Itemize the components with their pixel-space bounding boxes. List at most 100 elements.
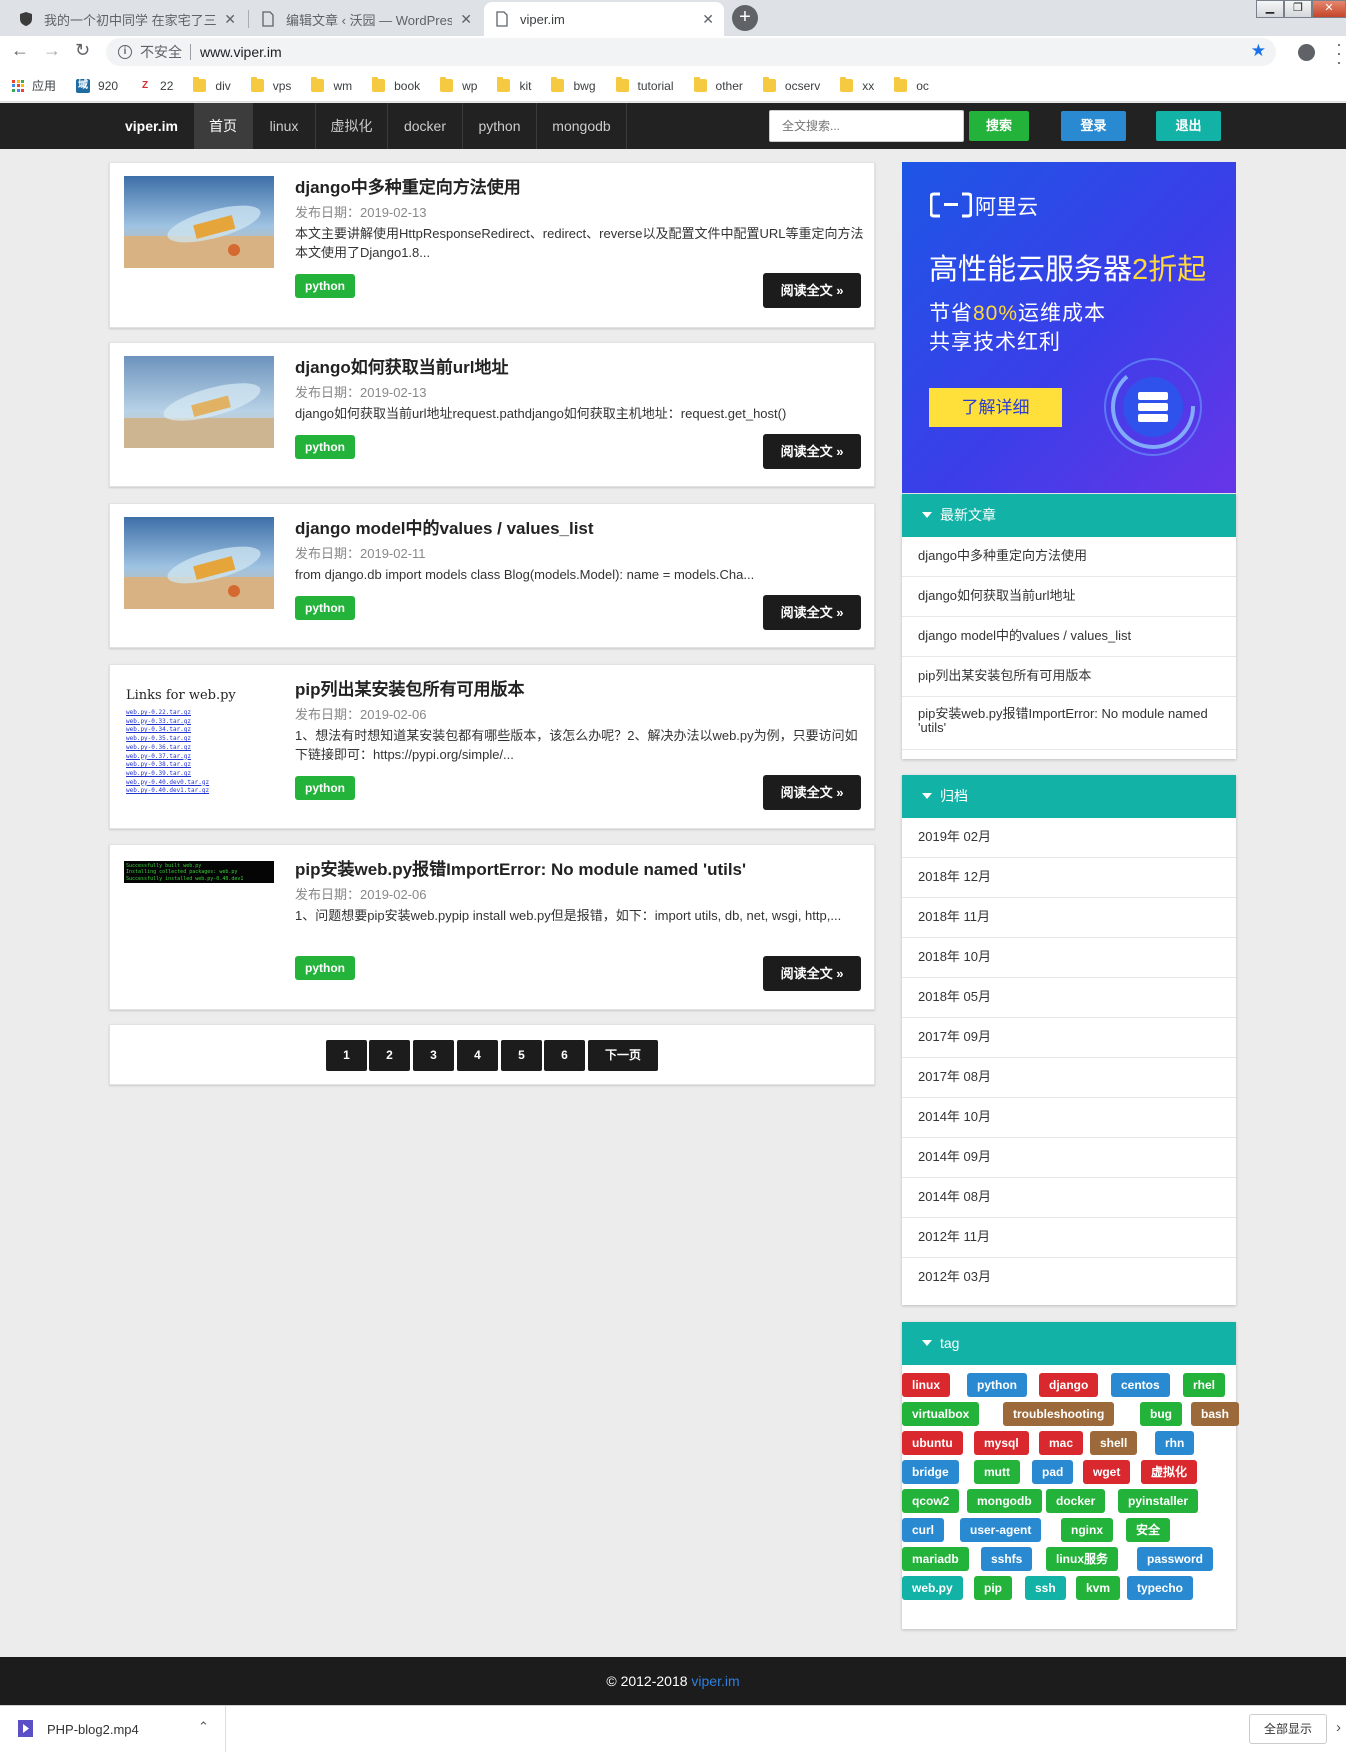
tag-badge[interactable]: kvm: [1076, 1576, 1121, 1600]
site-brand[interactable]: viper.im: [125, 103, 178, 149]
close-icon[interactable]: ✕: [702, 11, 714, 28]
post-tag[interactable]: python: [295, 435, 355, 459]
tab-1[interactable]: 我的一个初中同学 在家宅了三年 ✕: [8, 2, 246, 36]
tag-badge[interactable]: qcow2: [902, 1489, 960, 1513]
post-thumbnail[interactable]: Successfully built web.py Installing coll…: [124, 861, 274, 883]
minimize-button[interactable]: ▁: [1256, 0, 1284, 18]
nav-python[interactable]: python: [463, 103, 537, 149]
bookmark-item[interactable]: wp: [440, 77, 477, 93]
recent-post-link[interactable]: django中多种重定向方法使用: [902, 537, 1236, 577]
tag-badge[interactable]: django: [1039, 1373, 1099, 1397]
search-button[interactable]: 搜索: [969, 111, 1029, 141]
widget-header[interactable]: 最新文章: [902, 494, 1236, 537]
recent-post-link[interactable]: pip安装web.py报错ImportError: No module name…: [902, 697, 1236, 750]
archive-month-link[interactable]: 2019年 02月: [902, 818, 1236, 858]
maximize-button[interactable]: ❐: [1284, 0, 1312, 18]
reload-icon[interactable]: ↻: [75, 40, 90, 61]
tag-badge[interactable]: linux服务: [1046, 1547, 1119, 1571]
post-tag[interactable]: python: [295, 596, 355, 620]
tag-badge[interactable]: docker: [1046, 1489, 1106, 1513]
nav-linux[interactable]: linux: [253, 103, 316, 149]
post-tag[interactable]: python: [295, 776, 355, 800]
recent-post-link[interactable]: django model中的values / values_list: [902, 617, 1236, 657]
url-text[interactable]: www.viper.im: [200, 44, 282, 60]
tag-badge[interactable]: centos: [1111, 1373, 1170, 1397]
new-tab-button[interactable]: +: [732, 5, 758, 31]
bookmark-item[interactable]: div: [193, 77, 231, 93]
tag-badge[interactable]: pip: [974, 1576, 1012, 1600]
read-more-button[interactable]: 阅读全文 »: [763, 434, 861, 469]
bookmark-star-icon[interactable]: ★: [1251, 41, 1266, 61]
search-input[interactable]: [769, 110, 964, 142]
post-title[interactable]: django如何获取当前url地址: [295, 353, 508, 378]
widget-header[interactable]: 归档: [902, 775, 1236, 818]
read-more-button[interactable]: 阅读全文 »: [763, 956, 861, 991]
nav-home[interactable]: 首页: [194, 103, 253, 149]
tag-badge[interactable]: mongodb: [967, 1489, 1042, 1513]
footer-link[interactable]: viper.im: [691, 1673, 739, 1689]
tag-badge[interactable]: password: [1137, 1547, 1214, 1571]
page-2-button[interactable]: 2: [369, 1040, 410, 1071]
archive-month-link[interactable]: 2017年 09月: [902, 1018, 1236, 1058]
widget-header[interactable]: tag: [902, 1322, 1236, 1365]
next-page-button[interactable]: 下一页: [588, 1040, 658, 1071]
tag-badge[interactable]: ubuntu: [902, 1431, 963, 1455]
nav-docker[interactable]: docker: [388, 103, 463, 149]
logout-button[interactable]: 退出: [1156, 111, 1221, 141]
post-title[interactable]: pip安装web.py报错ImportError: No module name…: [295, 855, 746, 880]
post-title[interactable]: django中多种重定向方法使用: [295, 173, 521, 198]
login-button[interactable]: 登录: [1061, 111, 1126, 141]
page-6-button[interactable]: 6: [544, 1040, 585, 1071]
post-thumbnail[interactable]: Links for web.py web.py-0.22.tar.gz web.p…: [124, 678, 274, 798]
aliyun-ad-banner[interactable]: 阿里云 高性能云服务器2折起 节省80%运维成本 共享技术红利 了解详细: [902, 162, 1236, 493]
tag-badge[interactable]: rhn: [1155, 1431, 1195, 1455]
post-thumbnail[interactable]: [124, 176, 274, 268]
chevron-up-icon[interactable]: ⌃: [198, 1719, 209, 1735]
tag-badge[interactable]: troubleshooting: [1003, 1402, 1115, 1426]
tag-badge[interactable]: typecho: [1127, 1576, 1194, 1600]
bookmark-item[interactable]: bwg: [551, 77, 596, 93]
back-icon[interactable]: ←: [11, 40, 29, 61]
archive-month-link[interactable]: 2012年 03月: [902, 1258, 1236, 1298]
menu-icon[interactable]: · · ·: [1336, 35, 1342, 71]
window-close-button[interactable]: ✕: [1312, 0, 1346, 18]
tag-badge[interactable]: 虚拟化: [1141, 1460, 1198, 1484]
address-bar[interactable]: i 不安全 www.viper.im ★: [106, 38, 1276, 66]
tag-badge[interactable]: mariadb: [902, 1547, 969, 1571]
post-title[interactable]: django model中的values / values_list: [295, 514, 594, 539]
page-3-button[interactable]: 3: [413, 1040, 454, 1071]
read-more-button[interactable]: 阅读全文 »: [763, 273, 861, 308]
archive-month-link[interactable]: 2018年 11月: [902, 898, 1236, 938]
page-4-button[interactable]: 4: [457, 1040, 498, 1071]
tag-badge[interactable]: sshfs: [981, 1547, 1033, 1571]
tag-badge[interactable]: bash: [1191, 1402, 1240, 1426]
post-tag[interactable]: python: [295, 956, 355, 980]
recent-post-link[interactable]: pip列出某安装包所有可用版本: [902, 657, 1236, 697]
tab-3-active[interactable]: viper.im ✕: [484, 2, 724, 36]
page-5-button[interactable]: 5: [501, 1040, 542, 1071]
tag-badge[interactable]: python: [967, 1373, 1027, 1397]
read-more-button[interactable]: 阅读全文 »: [763, 595, 861, 630]
archive-month-link[interactable]: 2018年 10月: [902, 938, 1236, 978]
post-tag[interactable]: python: [295, 274, 355, 298]
bookmark-item[interactable]: wm: [311, 77, 352, 93]
tag-badge[interactable]: nginx: [1061, 1518, 1113, 1542]
close-icon[interactable]: ✕: [224, 11, 236, 28]
close-download-bar-icon[interactable]: ›: [1336, 1719, 1341, 1736]
tag-badge[interactable]: pad: [1032, 1460, 1074, 1484]
bookmark-item[interactable]: vps: [250, 77, 291, 93]
tag-badge[interactable]: mysql: [974, 1431, 1029, 1455]
bookmark-item[interactable]: 应用: [12, 77, 56, 94]
nav-virtualization[interactable]: 虚拟化: [316, 103, 388, 149]
tag-badge[interactable]: user-agent: [960, 1518, 1042, 1542]
tag-badge[interactable]: bug: [1140, 1402, 1182, 1426]
bookmark-item[interactable]: book: [372, 77, 420, 93]
tab-2[interactable]: 编辑文章 ‹ 沃园 — WordPress ✕: [250, 2, 482, 36]
tag-badge[interactable]: 安全: [1126, 1518, 1171, 1542]
archive-month-link[interactable]: 2018年 12月: [902, 858, 1236, 898]
bookmark-item[interactable]: 域 920: [76, 78, 118, 93]
bookmark-item[interactable]: kit: [497, 77, 531, 93]
tag-badge[interactable]: ssh: [1025, 1576, 1066, 1600]
archive-month-link[interactable]: 2018年 05月: [902, 978, 1236, 1018]
recent-post-link[interactable]: django如何获取当前url地址: [902, 577, 1236, 617]
